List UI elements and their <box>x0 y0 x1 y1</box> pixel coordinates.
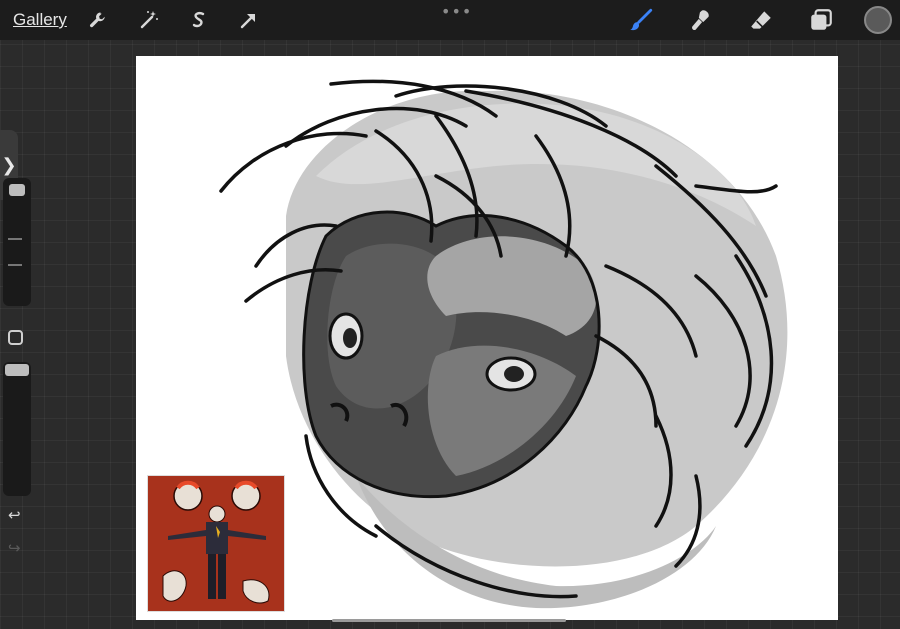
slider-tick <box>8 264 22 266</box>
opacity-thumb[interactable] <box>5 364 29 376</box>
reference-image[interactable] <box>147 475 285 612</box>
transform-arrow-icon[interactable] <box>237 8 261 32</box>
canvas-scrollbar[interactable] <box>332 619 566 622</box>
modify-button[interactable] <box>8 330 23 345</box>
slider-tick <box>8 238 22 240</box>
character-reference-sheet <box>162 480 270 604</box>
chevron-right-icon: ❯ <box>1 154 17 176</box>
color-picker-button[interactable] <box>864 6 892 34</box>
brush-size-thumb[interactable] <box>9 183 25 196</box>
selection-s-icon[interactable] <box>187 8 211 32</box>
top-toolbar: Gallery ••• <box>0 0 900 40</box>
redo-icon[interactable]: ↪ <box>8 539 21 557</box>
undo-icon[interactable]: ↩ <box>8 506 21 524</box>
brush-icon[interactable] <box>628 7 654 33</box>
opacity-slider[interactable] <box>3 362 31 496</box>
brush-size-slider[interactable] <box>3 178 31 306</box>
layers-icon[interactable] <box>808 7 834 33</box>
more-options-icon[interactable]: ••• <box>441 2 472 21</box>
eraser-icon[interactable] <box>748 7 774 33</box>
gallery-button[interactable]: Gallery <box>13 10 67 30</box>
smudge-icon[interactable] <box>688 7 714 33</box>
wrench-icon[interactable] <box>86 8 110 32</box>
magic-wand-icon[interactable] <box>137 8 161 32</box>
